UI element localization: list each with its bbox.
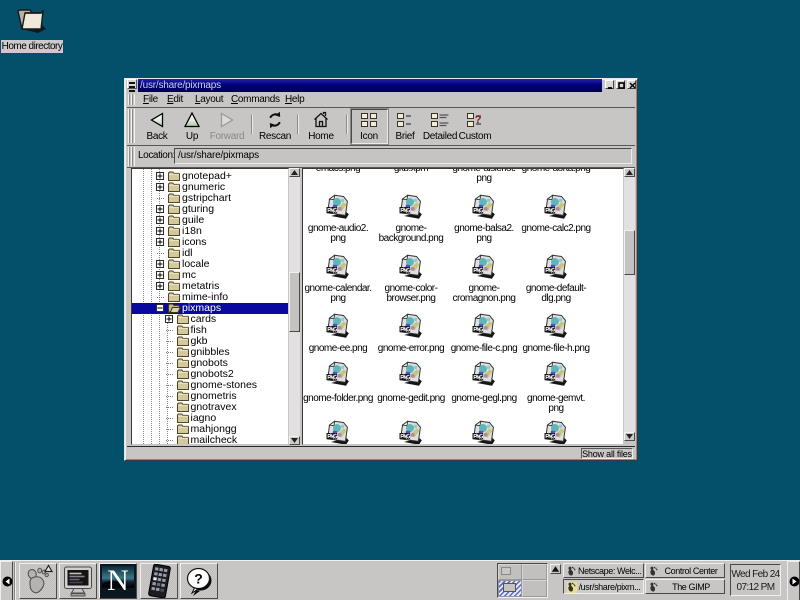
svg-text:?: ? [475,114,482,126]
svg-text:N: N [107,564,129,597]
svg-text:?: ? [194,571,203,587]
